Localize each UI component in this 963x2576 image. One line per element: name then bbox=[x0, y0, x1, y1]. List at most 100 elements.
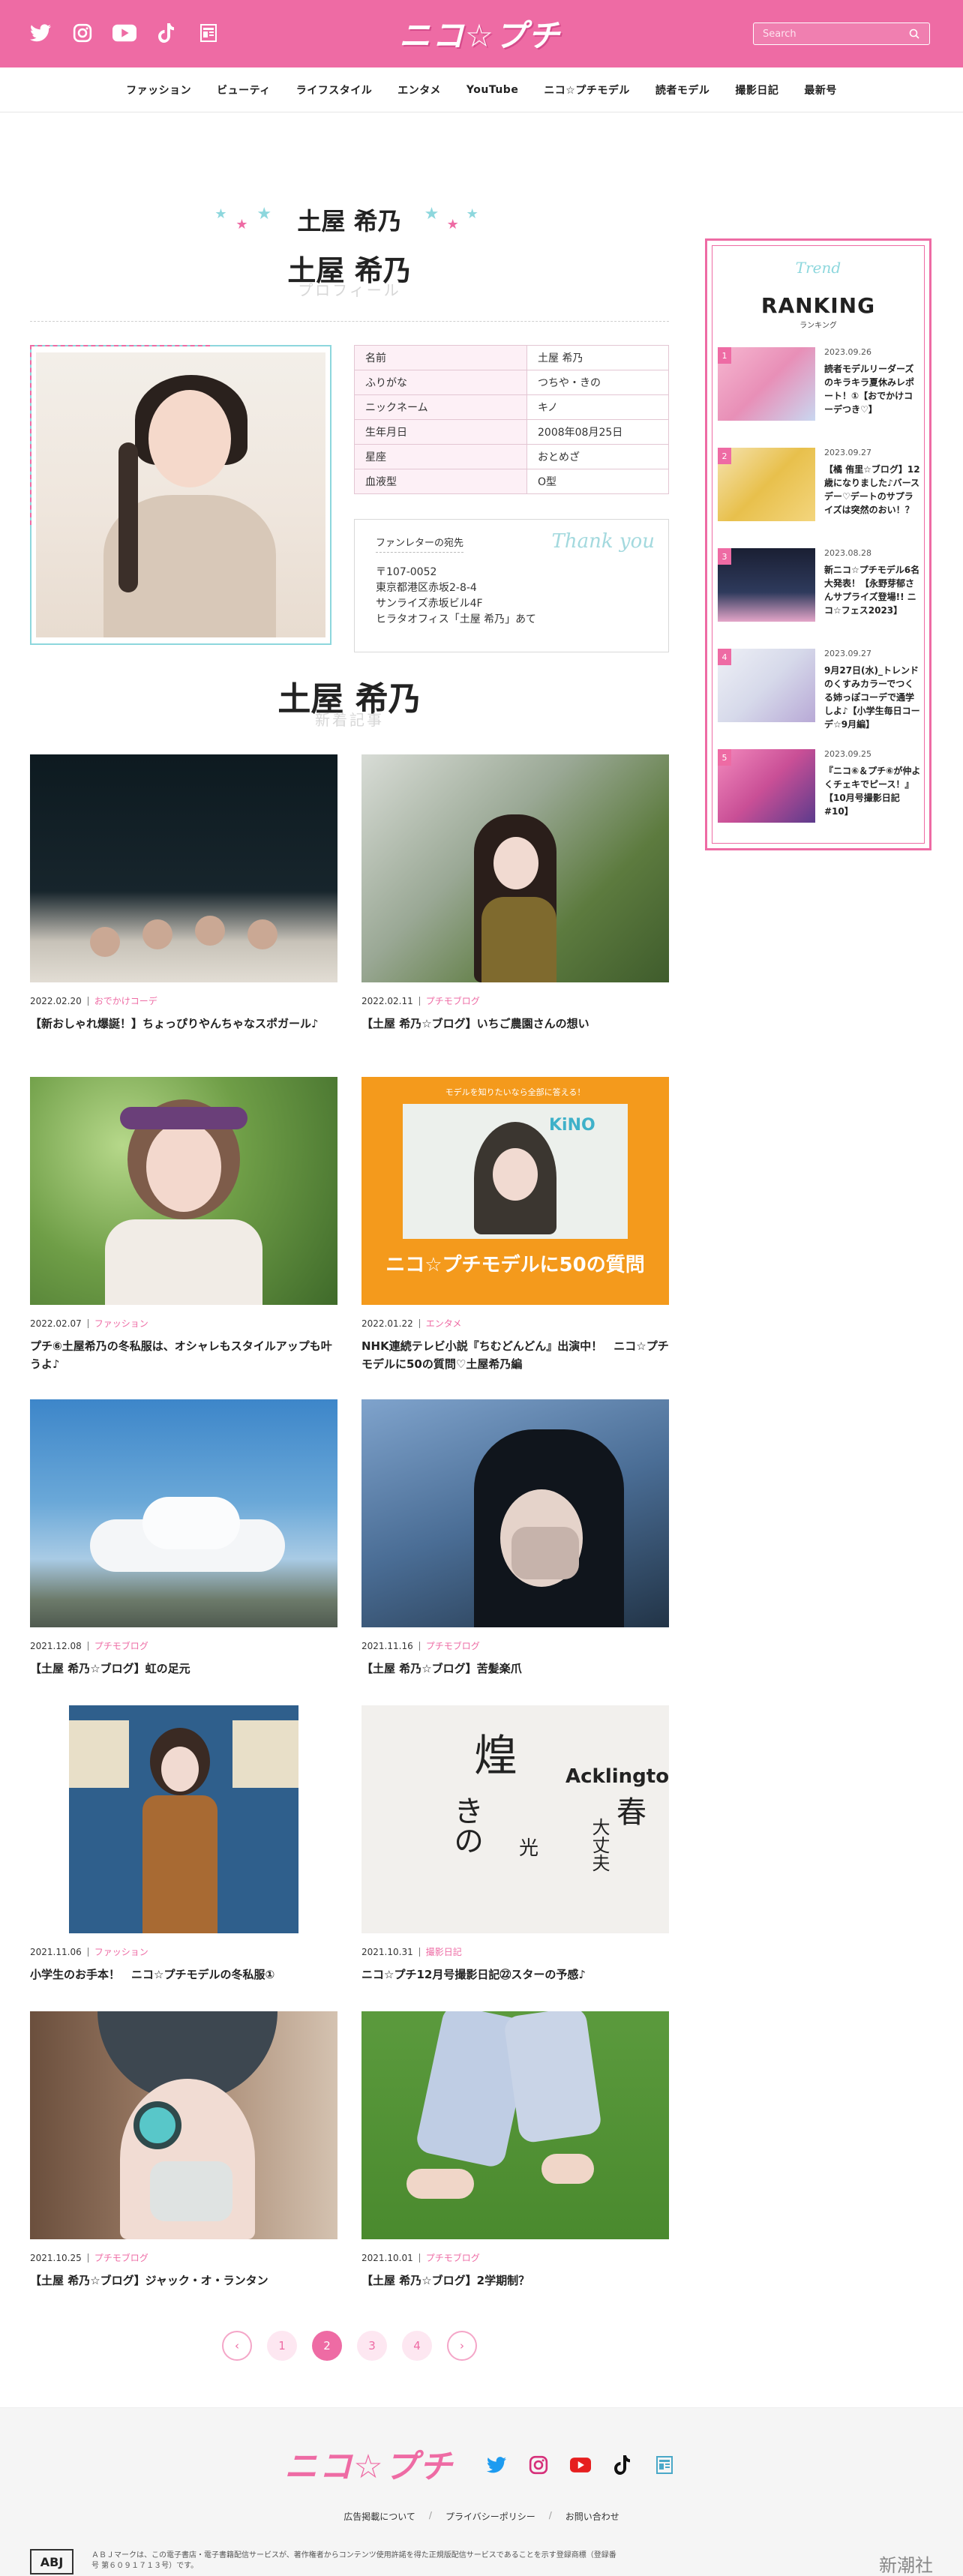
next-page-button[interactable]: › bbox=[447, 2331, 477, 2361]
article-card[interactable]: モデルを知りたいなら全部に答える！ KiNO ニコ☆プチモデルに50の質問 20… bbox=[362, 1077, 669, 1373]
ranking-thumbnail[interactable] bbox=[718, 347, 815, 421]
article-card[interactable]: 煌 きの Acklington 春 大丈夫 光 2021.10.31 撮影日記 ニ… bbox=[362, 1705, 669, 1984]
article-category[interactable]: おでかけコーデ bbox=[94, 994, 158, 1007]
magazine-icon[interactable] bbox=[196, 21, 220, 45]
nav-entame[interactable]: エンタメ bbox=[398, 82, 441, 97]
article-date: 2022.02.07 bbox=[30, 1318, 82, 1329]
nav-lifestyle[interactable]: ライフスタイル bbox=[296, 82, 373, 97]
article-card[interactable]: 2022.02.11 プチモブログ 【土屋 希乃☆ブログ】いちご農園さんの想い bbox=[362, 754, 669, 1033]
article-card[interactable]: 2021.11.06 ファッション 小学生のお手本！ ニコ☆プチモデルの冬私服① bbox=[30, 1705, 338, 1984]
article-thumbnail[interactable] bbox=[30, 1399, 338, 1627]
nav-reader-model[interactable]: 読者モデル bbox=[656, 82, 710, 97]
ranking-item[interactable]: 2 2023.09.27 【橘 侑里☆ブログ】12歳になりました♪バースデー♡デ… bbox=[718, 448, 920, 530]
article-category[interactable]: プチモブログ bbox=[94, 1639, 148, 1652]
footer-link-contact[interactable]: お問い合わせ bbox=[566, 2510, 620, 2523]
thumbnail-name: KiNO bbox=[549, 1116, 596, 1135]
nav-latest-issue[interactable]: 最新号 bbox=[804, 82, 837, 97]
site-logo[interactable]: ニコ☆プチ bbox=[398, 12, 562, 54]
ranking-title-link[interactable]: 新ニコ☆プチモデル6名大発表！【永野芽郁さんサプライズ登場!! ニコ☆フェス20… bbox=[824, 563, 922, 617]
ranking-item[interactable]: 5 2023.09.25 『ニコ⑥＆プチ⑥が仲よくチェキでピース！』【10月号撮… bbox=[718, 749, 920, 832]
footer-link-ads[interactable]: 広告掲載について bbox=[344, 2510, 416, 2523]
instagram-icon[interactable] bbox=[70, 21, 94, 45]
ranking-thumbnail[interactable] bbox=[718, 448, 815, 521]
search-input[interactable] bbox=[754, 23, 904, 44]
footer-link-privacy[interactable]: プライバシーポリシー bbox=[446, 2510, 536, 2523]
instagram-icon[interactable] bbox=[528, 2455, 549, 2476]
article-category[interactable]: エンタメ bbox=[426, 1317, 462, 1330]
article-thumbnail[interactable] bbox=[30, 1705, 338, 1933]
ranking-title-link[interactable]: 読者モデルリーダーズのキラキラ夏休みレポート！①【おでかけコーデつき♡】 bbox=[824, 362, 922, 416]
ranking-title-link[interactable]: 9月27日(水)_トレンドのくすみカラーでつくる姉っぽコーデで通学しよ♪【小学生… bbox=[824, 664, 922, 731]
article-category[interactable]: プチモブログ bbox=[426, 994, 480, 1007]
fan-letter-address: 〒107-0052 東京都港区赤坂2-8-4 サンライズ赤坂ビル4F ヒラタオフ… bbox=[376, 565, 536, 628]
ranking-item[interactable]: 4 2023.09.27 9月27日(水)_トレンドのくすみカラーでつくる姉っぽ… bbox=[718, 649, 920, 731]
articles-heading: 土屋 希乃 新着記事 bbox=[30, 672, 669, 730]
ranking-thumbnail[interactable] bbox=[718, 649, 815, 722]
ranking-date: 2023.09.27 bbox=[824, 649, 872, 658]
article-thumbnail[interactable]: 煌 きの Acklington 春 大丈夫 光 bbox=[362, 1705, 669, 1933]
article-title[interactable]: 【土屋 希乃☆ブログ】苦髪楽爪 bbox=[362, 1660, 669, 1678]
article-title[interactable]: 【土屋 希乃☆ブログ】2学期制？ bbox=[362, 2272, 669, 2290]
profile-value: キノ bbox=[526, 394, 669, 420]
article-thumbnail[interactable] bbox=[362, 754, 669, 982]
article-card[interactable]: 2022.02.20 おでかけコーデ 【新おしゃれ爆誕！】ちょっぴりやんちゃなスポ… bbox=[30, 754, 338, 1033]
ranking-title-link[interactable]: 【橘 侑里☆ブログ】12歳になりました♪バースデー♡デートのサプライズは突然のお… bbox=[824, 463, 922, 517]
tiktok-icon[interactable] bbox=[154, 21, 178, 45]
page-3[interactable]: 3 bbox=[357, 2331, 387, 2361]
article-title[interactable]: 【新おしゃれ爆誕！】ちょっぴりやんちゃなスポガール♪ bbox=[30, 1015, 338, 1033]
article-thumbnail[interactable] bbox=[30, 754, 338, 982]
ranking-thumbnail[interactable] bbox=[718, 548, 815, 622]
article-title[interactable]: 【土屋 希乃☆ブログ】いちご農園さんの想い bbox=[362, 1015, 669, 1033]
article-card[interactable]: 2021.10.25 プチモブログ 【土屋 希乃☆ブログ】ジャック・オ・ランタン bbox=[30, 2011, 338, 2290]
ranking-title-link[interactable]: 『ニコ⑥＆プチ⑥が仲よくチェキでピース！』【10月号撮影日記#10】 bbox=[824, 764, 922, 818]
ranking-item[interactable]: 3 2023.08.28 新ニコ☆プチモデル6名大発表！【永野芽郁さんサプライズ… bbox=[718, 548, 920, 631]
article-card[interactable]: 2021.12.08 プチモブログ 【土屋 希乃☆ブログ】虹の足元 bbox=[30, 1399, 338, 1678]
nav-youtube[interactable]: YouTube bbox=[466, 84, 518, 96]
article-category[interactable]: ファッション bbox=[94, 1317, 148, 1330]
ranking-thumbnail[interactable] bbox=[718, 749, 815, 823]
thank-you-deco: Thank you bbox=[551, 530, 655, 553]
ranking-item[interactable]: 1 2023.09.26 読者モデルリーダーズのキラキラ夏休みレポート！①【おで… bbox=[718, 347, 920, 430]
article-thumbnail[interactable] bbox=[362, 2011, 669, 2239]
youtube-icon[interactable] bbox=[570, 2455, 591, 2476]
article-thumbnail[interactable] bbox=[30, 2011, 338, 2239]
article-title[interactable]: NHK連続テレビ小説『ちむどんどん』出演中！ ニコ☆プチモデルに50の質問♡土屋… bbox=[362, 1337, 669, 1373]
article-title[interactable]: 【土屋 希乃☆ブログ】ジャック・オ・ランタン bbox=[30, 2272, 338, 2290]
page-2-current[interactable]: 2 bbox=[312, 2331, 342, 2361]
article-category[interactable]: プチモブログ bbox=[94, 2251, 148, 2264]
tiktok-icon[interactable] bbox=[612, 2455, 633, 2476]
search-icon[interactable] bbox=[904, 28, 925, 39]
magazine-icon[interactable] bbox=[654, 2455, 675, 2476]
page-1[interactable]: 1 bbox=[267, 2331, 297, 2361]
article-card[interactable]: 2021.10.01 プチモブログ 【土屋 希乃☆ブログ】2学期制？ bbox=[362, 2011, 669, 2290]
article-card[interactable]: 2021.11.16 プチモブログ 【土屋 希乃☆ブログ】苦髪楽爪 bbox=[362, 1399, 669, 1678]
footer-logo-text: ニコ☆プチ bbox=[284, 2448, 454, 2486]
youtube-icon[interactable] bbox=[112, 21, 136, 45]
abj-text: ＡＢＪマークは、この電子書店・電子書籍配信サービスが、著作権者からコンテンツ使用… bbox=[92, 2551, 616, 2570]
article-title[interactable]: ニコ☆プチ12月号撮影日記㉒スターの予感♪ bbox=[362, 1966, 669, 1984]
footer-logo[interactable]: ニコ☆プチ bbox=[282, 2441, 456, 2486]
article-category[interactable]: プチモブログ bbox=[426, 1639, 480, 1652]
twitter-icon[interactable] bbox=[486, 2455, 507, 2476]
publisher-logo[interactable]: 新潮社 bbox=[879, 2551, 933, 2576]
page-4[interactable]: 4 bbox=[402, 2331, 432, 2361]
thumbnail-headline: ニコ☆プチモデルに50の質問 bbox=[386, 1254, 645, 1276]
article-card[interactable]: 2022.02.07 ファッション プチ⑥土屋希乃の冬私服は、オシャレもスタイルア… bbox=[30, 1077, 338, 1373]
article-title[interactable]: 【土屋 希乃☆ブログ】虹の足元 bbox=[30, 1660, 338, 1678]
nav-fashion[interactable]: ファッション bbox=[126, 82, 191, 97]
nav-beauty[interactable]: ビューティ bbox=[217, 82, 271, 97]
article-category[interactable]: ファッション bbox=[94, 1945, 148, 1958]
address-line: サンライズ赤坂ビル4F bbox=[376, 598, 483, 610]
article-category[interactable]: 撮影日記 bbox=[426, 1945, 462, 1958]
article-title[interactable]: 小学生のお手本！ ニコ☆プチモデルの冬私服① bbox=[30, 1966, 338, 1984]
prev-page-button[interactable]: ‹ bbox=[222, 2331, 252, 2361]
nav-shoot-diary[interactable]: 撮影日記 bbox=[735, 82, 778, 97]
twitter-icon[interactable] bbox=[28, 21, 52, 45]
ranking-subtitle: ランキング bbox=[800, 322, 837, 330]
article-thumbnail[interactable] bbox=[30, 1077, 338, 1305]
article-thumbnail[interactable]: モデルを知りたいなら全部に答える！ KiNO ニコ☆プチモデルに50の質問 bbox=[362, 1077, 669, 1305]
article-category[interactable]: プチモブログ bbox=[426, 2251, 480, 2264]
article-title[interactable]: プチ⑥土屋希乃の冬私服は、オシャレもスタイルアップも叶うよ♪ bbox=[30, 1337, 338, 1373]
nav-petit-model[interactable]: ニコ☆プチモデル bbox=[544, 82, 630, 97]
article-thumbnail[interactable] bbox=[362, 1399, 669, 1627]
